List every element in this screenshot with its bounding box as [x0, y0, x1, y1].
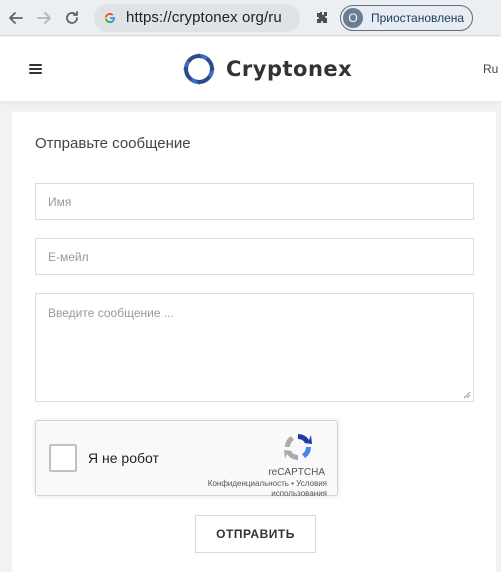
email-placeholder: E-мейл — [48, 250, 89, 264]
reload-icon — [66, 10, 78, 24]
recaptcha-checkbox[interactable] — [49, 444, 77, 472]
email-input[interactable]: E-мейл — [35, 238, 474, 275]
browser-toolbar: https://cryptonex org/ru O Приостановлен… — [0, 0, 501, 36]
recaptcha-links[interactable]: Конфиденциальность • Условия использован… — [197, 479, 327, 499]
language-switch[interactable]: Ru — [483, 62, 498, 76]
back-button[interactable] — [2, 4, 30, 32]
contact-form: Отправьте сообщение Имя E-мейл Введите с… — [12, 112, 496, 572]
recaptcha-brand: reCAPTCHA — [268, 467, 325, 478]
reload-button[interactable] — [58, 4, 86, 32]
form-title: Отправьте сообщение — [35, 135, 191, 152]
menu-icon[interactable] — [29, 64, 42, 74]
resize-handle-icon[interactable] — [463, 391, 471, 399]
brand-name: Cryptonex — [226, 57, 353, 81]
message-textarea[interactable]: Введите сообщение ... — [35, 293, 474, 402]
arrow-right-icon — [37, 11, 51, 24]
profile-status: Приостановлена — [371, 10, 465, 25]
recaptcha-label: Я не робот — [88, 450, 159, 466]
logo[interactable]: Cryptonex — [182, 52, 352, 86]
submit-button[interactable]: ОТПРАВИТЬ — [195, 515, 316, 553]
url-text: https://cryptonex org/ru — [126, 9, 282, 26]
avatar: O — [343, 7, 363, 28]
profile-chip[interactable]: O Приостановлена — [340, 4, 474, 31]
puzzle-icon — [317, 11, 327, 23]
forward-button[interactable] — [30, 4, 58, 32]
arrow-left-icon — [9, 11, 23, 24]
site-header: Cryptonex Ru — [0, 37, 501, 101]
recaptcha-logo-icon — [284, 433, 312, 461]
cryptonex-logo-icon — [183, 53, 215, 85]
name-placeholder: Имя — [48, 195, 72, 209]
message-placeholder: Введите сообщение ... — [48, 306, 174, 320]
address-bar[interactable]: https://cryptonex org/ru — [94, 3, 300, 32]
google-icon — [102, 10, 118, 26]
recaptcha-widget: Я не робот reCAPTCHA Конфиденциальность … — [35, 420, 338, 499]
name-input[interactable]: Имя — [35, 183, 474, 220]
extensions-button[interactable] — [312, 8, 332, 28]
